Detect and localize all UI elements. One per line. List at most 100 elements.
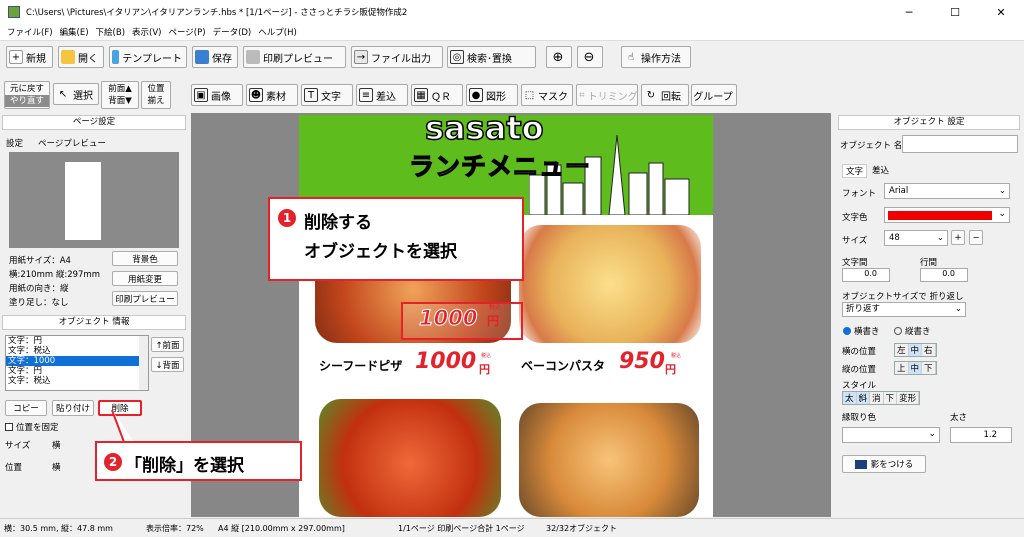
shape-button[interactable]: ● 図形 (466, 84, 518, 106)
h-right[interactable]: 右 (922, 344, 936, 356)
howto-button[interactable]: ☝ 操作方法 (621, 46, 691, 68)
selected-price-object[interactable]: 1000 円 税込 (401, 302, 523, 340)
save-button[interactable]: 保存 (192, 46, 238, 68)
style-italic[interactable]: 斜 (856, 392, 871, 404)
copy-button[interactable]: コピー (5, 400, 47, 416)
tab-page-preview[interactable]: ページプレビュー (38, 137, 106, 149)
line-spacing-input[interactable]: 0.0 (920, 268, 968, 282)
size-plus-button[interactable]: + (951, 230, 965, 245)
zoom-out-button[interactable]: ⊖ (577, 46, 603, 68)
open-button[interactable]: 開く (58, 46, 104, 68)
vertical-label: 縦書き (905, 327, 931, 337)
h-center[interactable]: 中 (908, 344, 923, 356)
style-strike[interactable]: 消 (870, 392, 884, 404)
status-objects: 32/32オブジェクト (546, 524, 618, 533)
minimize-button[interactable]: ─ (886, 0, 932, 24)
fix-position-label: 位置を固定 (16, 423, 59, 433)
paste-button[interactable]: 貼り付け (52, 400, 94, 416)
font-select[interactable]: Arial ⌄ (884, 183, 1010, 199)
maximize-button[interactable]: ☐ (932, 0, 978, 24)
v-top[interactable]: 上 (895, 362, 909, 374)
char-spacing-input[interactable]: 0.0 (842, 268, 890, 282)
qr-button[interactable]: ▦ ＱＲ (411, 84, 463, 106)
size-minus-button[interactable]: − (969, 230, 983, 245)
text-button[interactable]: T 文字 (301, 84, 353, 106)
callout-1-line1: 削除する (304, 213, 372, 233)
style-underline[interactable]: 下 (884, 392, 898, 404)
file-output-button[interactable]: → ファイル出力 (351, 46, 443, 68)
v-middle[interactable]: 中 (908, 362, 923, 374)
flyer-page[interactable]: sasato ランチメニュー 1000 円 税込 シーフードピザ 1000 円 … (299, 115, 713, 517)
menu-data[interactable]: データ(D) (213, 26, 252, 38)
undo-button[interactable]: 元に戻す (10, 83, 44, 95)
new-button[interactable]: + 新規 (6, 46, 53, 68)
list-item[interactable]: 文字：円 (6, 366, 148, 376)
group-button[interactable]: グループ (691, 84, 737, 106)
text-color-select[interactable]: ⌄ (884, 207, 1010, 223)
zoom-in-icon: ⊕ (552, 49, 564, 65)
v-bottom[interactable]: 下 (922, 362, 936, 374)
h-left[interactable]: 左 (895, 344, 909, 356)
callout-2-text: 「削除」を選択 (125, 456, 244, 476)
bring-front-button[interactable]: 前面▲ (108, 83, 132, 95)
list-item[interactable]: 文字：円 (6, 336, 148, 346)
send-back-button[interactable]: 背面▼ (108, 95, 132, 107)
print-preview-button[interactable]: 印刷プレビュー (243, 46, 346, 68)
select-button[interactable]: ↖ 選択 (53, 83, 99, 105)
search-icon: ◎ (450, 50, 464, 64)
background-color-button[interactable]: 背景色 (112, 251, 178, 266)
menu-help[interactable]: ヘルプ(H) (258, 26, 297, 38)
list-item[interactable]: 文字：税込 (6, 346, 148, 356)
menu-file[interactable]: ファイル(F) (7, 26, 53, 38)
tab-settings[interactable]: 設定 (6, 137, 23, 149)
material-icon: ☻ (249, 88, 263, 102)
size-label: サイズ (5, 441, 31, 451)
object-name-input[interactable] (902, 135, 1018, 153)
material-button[interactable]: ☻ 素材 (246, 84, 298, 106)
style-bold[interactable]: 太 (843, 392, 857, 404)
object-list: 文字：円 文字：税込 文字：1000 文字：円 文字：税込 (5, 335, 149, 391)
rotate-button[interactable]: ↻ 回転 (641, 84, 689, 106)
object-name-label: オブジェクト 名 (840, 141, 903, 151)
merge-button[interactable]: ≡ 差込 (356, 84, 408, 106)
image-button[interactable]: ▣ 画像 (191, 84, 243, 106)
zoom-in-button[interactable]: ⊕ (546, 46, 572, 68)
horizontal-radio[interactable] (843, 327, 851, 335)
trim-button[interactable]: ⌗ トリミング (576, 84, 638, 106)
paper-change-button[interactable]: 用紙変更 (112, 271, 178, 286)
callout-select-object: 1 削除する オブジェクトを選択 (268, 197, 524, 281)
fit-wrap-select[interactable]: 折り返す ⌄ (842, 302, 966, 317)
fix-position-checkbox[interactable] (5, 423, 13, 431)
shadow-button[interactable]: 影をつける (842, 455, 926, 473)
chevron-down-icon: ⌄ (936, 233, 944, 243)
close-button[interactable]: ✕ (978, 0, 1024, 24)
crop-icon: ⌗ (579, 89, 585, 101)
front-button[interactable]: ↑前面 (151, 337, 184, 352)
thickness-input[interactable]: 1.2 (950, 427, 1012, 443)
mask-button[interactable]: ⬚ マスク (521, 84, 573, 106)
print-preview-side-button[interactable]: 印刷プレビュー (112, 291, 178, 306)
list-item-selected[interactable]: 文字：1000 (6, 356, 148, 366)
chevron-down-icon: ⌄ (998, 209, 1006, 219)
position-label: 位置 (5, 463, 23, 473)
template-button[interactable]: テンプレート (109, 46, 187, 68)
search-replace-button[interactable]: ◎ 検索･置換 (447, 46, 536, 68)
border-color-select[interactable]: ⌄ (842, 427, 940, 443)
menu-edit[interactable]: 編集(E) (60, 26, 89, 38)
vertical-radio[interactable] (894, 327, 902, 335)
list-item[interactable]: 文字：税込 (6, 376, 148, 386)
tab-merge-settings[interactable]: 差込 (872, 164, 889, 176)
status-bar: 横：30.5 mm, 縦：47.8 mm 表示倍率：72% A4 縦 [210.… (0, 518, 1024, 537)
tab-text-settings[interactable]: 文字 (842, 164, 868, 178)
menu-sketch[interactable]: 下絵(B) (96, 26, 125, 38)
align-button[interactable]: 位置 揃え (141, 81, 171, 109)
back-button[interactable]: ↓背面 (151, 357, 184, 372)
callout-2-number: 2 (104, 453, 122, 471)
list-scrollbar[interactable] (139, 336, 148, 390)
font-size-select[interactable]: 48 ⌄ (884, 230, 948, 246)
window-title: C:\Users\ \Pictures\イタリアン\イタリアンランチ.hbs *… (26, 8, 408, 18)
redo-button[interactable]: やり直す (5, 95, 49, 107)
menu-view[interactable]: 表示(V) (132, 26, 161, 38)
style-transform[interactable]: 変形 (897, 392, 920, 404)
menu-page[interactable]: ページ(P) (168, 26, 205, 38)
